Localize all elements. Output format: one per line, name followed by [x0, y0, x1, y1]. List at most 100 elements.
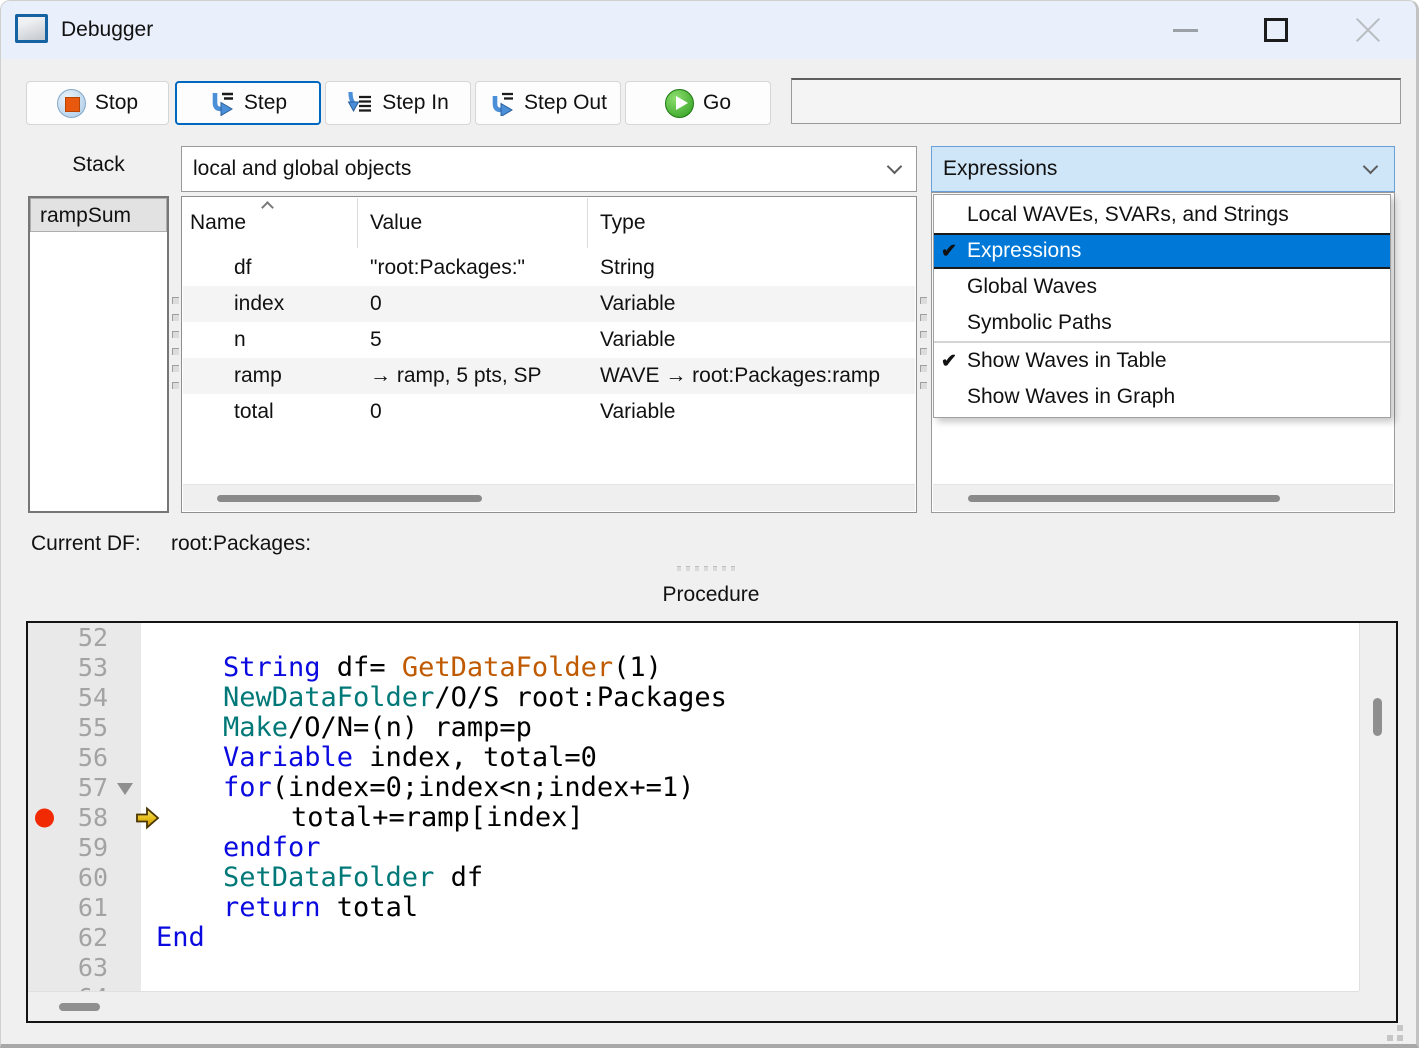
- menu-item-label: Show Waves in Graph: [967, 385, 1175, 409]
- table-row[interactable]: ramp→ ramp, 5 pts, SPWAVE → root:Package…: [183, 358, 915, 394]
- code-line: return total: [141, 893, 1359, 923]
- table-row[interactable]: n5Variable: [183, 322, 915, 358]
- menu-item[interactable]: Symbolic Paths: [934, 305, 1390, 341]
- step-button-label: Step: [244, 91, 287, 115]
- cell-name: index: [234, 286, 284, 322]
- code-token: NewDataFolder: [223, 682, 434, 713]
- close-icon[interactable]: [1351, 13, 1385, 47]
- step-out-icon: [489, 90, 515, 116]
- column-header-name[interactable]: Name: [190, 211, 246, 235]
- code-vertical-scrollbar[interactable]: [1359, 623, 1396, 991]
- cell-type: Variable: [600, 394, 676, 430]
- code-token: End: [156, 922, 205, 953]
- scrollbar-thumb[interactable]: [1373, 698, 1382, 736]
- menu-item-label: Expressions: [967, 239, 1081, 263]
- window-resize-grip[interactable]: [1387, 1025, 1405, 1043]
- menu-item-label: Symbolic Paths: [967, 311, 1112, 335]
- line-number[interactable]: 61: [78, 893, 108, 923]
- procedure-code-panel: 52535455565758596061626364 String df= Ge…: [26, 621, 1398, 1023]
- line-number[interactable]: 64: [78, 983, 108, 991]
- cell-type: Variable: [600, 286, 676, 322]
- code-line: Make/O/N=(n) ramp=p: [141, 713, 1359, 743]
- table-row[interactable]: index 0 Variable: [183, 286, 915, 322]
- column-divider[interactable]: [587, 198, 588, 248]
- table-horizontal-scrollbar[interactable]: [183, 484, 915, 511]
- expressions-horizontal-scrollbar[interactable]: [933, 484, 1393, 511]
- splitter-grip[interactable]: [919, 297, 928, 389]
- code-token: /O/S root:Packages: [434, 682, 727, 713]
- chevron-down-icon: [1363, 159, 1379, 175]
- maximize-icon[interactable]: [1264, 18, 1288, 42]
- code-line: for(index=0;index<n;index+=1): [141, 773, 1359, 803]
- app-window-icon: [15, 14, 48, 43]
- chevron-down-icon: [887, 159, 903, 175]
- menu-item-label: Show Waves in Table: [967, 349, 1167, 373]
- code-token: total: [321, 892, 419, 923]
- code-line: String df= GetDataFolder(1): [141, 653, 1359, 683]
- line-number[interactable]: 55: [78, 713, 108, 743]
- breakpoint-icon[interactable]: [35, 809, 54, 828]
- minimize-icon[interactable]: [1173, 29, 1198, 32]
- scrollbar-thumb[interactable]: [59, 1003, 100, 1011]
- stack-item[interactable]: rampSum: [30, 198, 167, 232]
- stack-list[interactable]: rampSum: [28, 196, 169, 513]
- collapse-triangle-icon[interactable]: [117, 783, 133, 795]
- code-line: [141, 623, 1359, 653]
- stop-button[interactable]: Stop: [26, 81, 169, 125]
- menu-item[interactable]: ✔Show Waves in Table: [934, 343, 1390, 379]
- splitter-grip[interactable]: [171, 297, 180, 389]
- objects-dropdown[interactable]: local and global objects: [181, 146, 917, 192]
- current-df-label: Current DF:: [31, 532, 141, 556]
- line-number[interactable]: 53: [78, 653, 108, 683]
- cell-type: String: [600, 250, 655, 286]
- code-token: GetDataFolder: [402, 652, 613, 683]
- current-df-value: root:Packages:: [171, 532, 311, 556]
- code-line: SetDataFolder df: [141, 863, 1359, 893]
- expressions-dropdown[interactable]: Expressions: [931, 146, 1395, 192]
- menu-item[interactable]: Global Waves: [934, 269, 1390, 305]
- line-number[interactable]: 60: [78, 863, 108, 893]
- code-lines: String df= GetDataFolder(1)NewDataFolder…: [141, 623, 1359, 991]
- cell-value: 5: [370, 322, 382, 358]
- cell-value: 0: [370, 286, 382, 322]
- stack-label: Stack: [28, 153, 169, 177]
- column-header-value[interactable]: Value: [370, 211, 422, 235]
- code-token: (1): [613, 652, 662, 683]
- go-button[interactable]: Go: [625, 81, 771, 125]
- table-row[interactable]: df"root:Packages:"String: [183, 250, 915, 286]
- step-out-button-label: Step Out: [524, 91, 607, 115]
- table-row[interactable]: total0Variable: [183, 394, 915, 430]
- scrollbar-thumb[interactable]: [968, 495, 1280, 502]
- line-number[interactable]: 58: [78, 803, 108, 833]
- cell-type: WAVE → root:Packages:ramp: [600, 358, 880, 394]
- pane-splitter-handle[interactable]: [677, 566, 735, 571]
- stop-button-label: Stop: [95, 91, 138, 115]
- step-button[interactable]: Step: [175, 81, 321, 125]
- column-header-type[interactable]: Type: [600, 211, 646, 235]
- menu-item[interactable]: ✔Expressions: [934, 233, 1390, 269]
- code-token: Make: [223, 712, 288, 743]
- column-divider[interactable]: [357, 198, 358, 248]
- scrollbar-thumb[interactable]: [217, 495, 482, 502]
- code-gutter[interactable]: 52535455565758596061626364: [28, 623, 141, 991]
- step-in-button[interactable]: Step In: [325, 81, 471, 125]
- line-number[interactable]: 62: [78, 923, 108, 953]
- title-bar[interactable]: Debugger: [1, 1, 1416, 59]
- line-number[interactable]: 57: [78, 773, 108, 803]
- line-number[interactable]: 59: [78, 833, 108, 863]
- line-number[interactable]: 56: [78, 743, 108, 773]
- cell-value: → ramp, 5 pts, SP: [370, 358, 542, 394]
- menu-item[interactable]: Show Waves in Graph: [934, 379, 1390, 415]
- line-number[interactable]: 52: [78, 623, 108, 653]
- cell-type: Variable: [600, 322, 676, 358]
- menu-item[interactable]: Local WAVEs, SVARs, and Strings: [934, 197, 1390, 233]
- checkmark-icon: ✔: [934, 240, 967, 263]
- step-out-button[interactable]: Step Out: [475, 81, 621, 125]
- cell-name: total: [234, 394, 274, 430]
- line-number[interactable]: 54: [78, 683, 108, 713]
- scrollbar-corner: [1359, 991, 1396, 1021]
- line-number[interactable]: 63: [78, 953, 108, 983]
- code-horizontal-scrollbar[interactable]: [28, 991, 1359, 1021]
- menu-item-label: Local WAVEs, SVARs, and Strings: [967, 203, 1289, 227]
- procedure-label: Procedure: [601, 583, 821, 607]
